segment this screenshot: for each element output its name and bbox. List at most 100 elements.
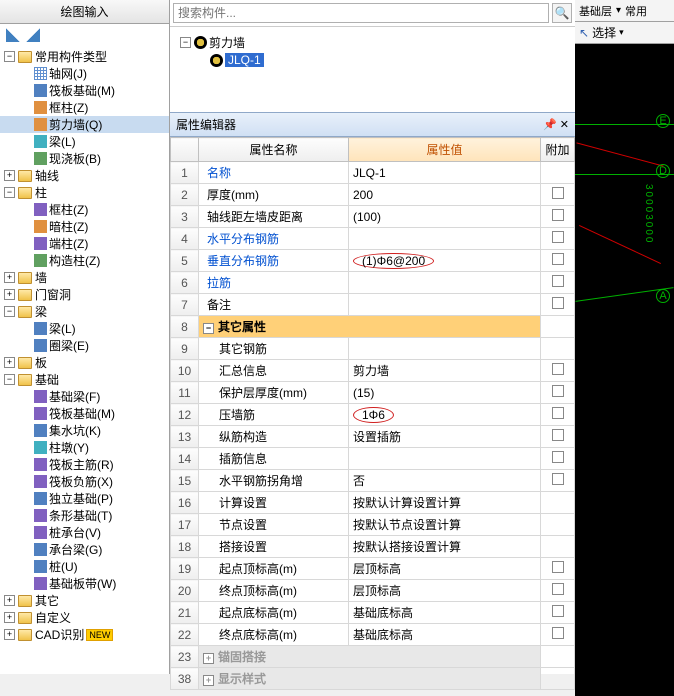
expand-tool-icon[interactable] [6,28,20,42]
tree-item[interactable]: 轴网(J) [49,65,87,82]
property-name[interactable]: 其它钢筋 [219,342,267,356]
property-name[interactable]: 插筋信息 [219,452,267,466]
tree-item[interactable]: 集水坑(K) [49,422,101,439]
minus-icon[interactable]: − [4,187,15,198]
tree-item[interactable]: 梁(L) [49,133,76,150]
tree-item[interactable]: 轴线 [35,167,59,184]
tree-item[interactable]: 梁 [35,303,47,320]
property-name[interactable]: 纵筋构造 [219,430,267,444]
extra-checkbox[interactable] [552,297,564,309]
cad-canvas[interactable]: E D A 30003000 [575,44,674,696]
instance-root[interactable]: 剪力墙 [209,34,245,51]
property-value[interactable]: (1)Φ6@200 [353,253,434,269]
layer-dropdown[interactable]: 基础层 [579,3,612,19]
property-value[interactable]: 按默认搭接设置计算 [353,540,461,554]
component-instance-tree[interactable]: − 剪力墙 JLQ-1 [170,27,575,112]
property-group[interactable]: −其它属性 [199,316,541,338]
tree-item[interactable]: 暗柱(Z) [49,218,88,235]
property-value[interactable]: 按默认计算设置计算 [353,496,461,510]
tree-item-selected[interactable]: 剪力墙(Q) [49,116,102,133]
search-input[interactable] [173,3,549,23]
extra-checkbox[interactable] [552,209,564,221]
property-name[interactable]: 垂直分布钢筋 [207,254,279,268]
property-group[interactable]: +锚固搭接 [199,646,541,668]
tree-item[interactable]: 柱墩(Y) [49,439,89,456]
tree-item[interactable]: 条形基础(T) [49,507,112,524]
plus-icon[interactable]: + [4,170,15,181]
property-name[interactable]: 拉筋 [207,276,231,290]
property-value[interactable]: 层顶标高 [353,562,401,576]
instance-selected[interactable]: JLQ-1 [225,53,264,67]
property-name[interactable]: 搭接设置 [219,540,267,554]
tree-item[interactable]: CAD识别 [35,626,84,643]
tree-item[interactable]: 现浇板(B) [49,150,101,167]
tree-item[interactable]: 门窗洞 [35,286,71,303]
minus-icon[interactable]: − [180,37,191,48]
property-group[interactable]: +显示样式 [199,668,541,690]
extra-checkbox[interactable] [552,627,564,639]
tree-item[interactable]: 基础板带(W) [49,575,116,592]
extra-checkbox[interactable] [552,275,564,287]
plus-icon[interactable]: + [4,357,15,368]
property-name[interactable]: 起点顶标高(m) [219,562,297,576]
property-name[interactable]: 轴线距左墙皮距离 [207,210,303,224]
tree-item[interactable]: 基础 [35,371,59,388]
tree-item[interactable]: 承台梁(G) [49,541,102,558]
plus-icon[interactable]: + [4,272,15,283]
extra-checkbox[interactable] [552,253,564,265]
extra-checkbox[interactable] [552,605,564,617]
property-value[interactable]: (100) [353,210,381,224]
minus-icon[interactable]: − [4,51,15,62]
tree-item[interactable]: 筏板基础(M) [49,405,115,422]
property-name[interactable]: 水平分布钢筋 [207,232,279,246]
extra-checkbox[interactable] [552,429,564,441]
property-value[interactable]: 否 [353,474,365,488]
tree-item[interactable]: 圈梁(E) [49,337,89,354]
tree-item[interactable]: 框柱(Z) [49,99,88,116]
property-name[interactable]: 厚度(mm) [207,188,259,202]
tree-item[interactable]: 其它 [35,592,59,609]
property-name[interactable]: 终点底标高(m) [219,628,297,642]
property-value[interactable]: 1Φ6 [353,407,394,423]
property-value[interactable]: 剪力墙 [353,364,389,378]
property-name[interactable]: 名称 [207,166,231,180]
tree-item[interactable]: 筏板负筋(X) [49,473,113,490]
tree-item[interactable]: 自定义 [35,609,71,626]
property-value[interactable]: 按默认节点设置计算 [353,518,461,532]
property-name[interactable]: 保护层厚度(mm) [219,386,307,400]
property-name[interactable]: 备注 [207,298,231,312]
tree-item[interactable]: 框柱(Z) [49,201,88,218]
extra-checkbox[interactable] [552,363,564,375]
property-value[interactable]: 基础底标高 [353,628,413,642]
tree-item[interactable]: 桩承台(V) [49,524,101,541]
mode-label[interactable]: 常用 [625,3,647,19]
collapse-tool-icon[interactable] [26,28,40,42]
property-value[interactable]: 层顶标高 [353,584,401,598]
plus-icon[interactable]: + [4,289,15,300]
property-name[interactable]: 水平钢筋拐角增 [219,474,303,488]
tree-item[interactable]: 板 [35,354,47,371]
extra-checkbox[interactable] [552,407,564,419]
property-value[interactable]: 200 [353,188,373,202]
property-name[interactable]: 计算设置 [219,496,267,510]
property-name[interactable]: 压墙筋 [219,408,255,422]
extra-checkbox[interactable] [552,561,564,573]
tree-item[interactable]: 筏板基础(M) [49,82,115,99]
property-value[interactable]: (15) [353,386,374,400]
tree-item[interactable]: 筏板主筋(R) [49,456,114,473]
plus-icon[interactable]: + [4,612,15,623]
tree-item[interactable]: 柱 [35,184,47,201]
tree-root[interactable]: 常用构件类型 [35,48,107,65]
minus-icon[interactable]: − [4,306,15,317]
property-table[interactable]: 属性名称 属性值 附加 1名称JLQ-12厚度(mm)2003轴线距左墙皮距离(… [170,137,575,690]
tree-item[interactable]: 基础梁(F) [49,388,100,405]
pin-icon[interactable]: 📌 ✕ [543,118,569,131]
property-name[interactable]: 起点底标高(m) [219,606,297,620]
extra-checkbox[interactable] [552,385,564,397]
plus-icon[interactable]: + [4,629,15,640]
tree-item[interactable]: 桩(U) [49,558,78,575]
tree-item[interactable]: 独立基础(P) [49,490,113,507]
extra-checkbox[interactable] [552,451,564,463]
property-name[interactable]: 节点设置 [219,518,267,532]
tree-item[interactable]: 梁(L) [49,320,76,337]
